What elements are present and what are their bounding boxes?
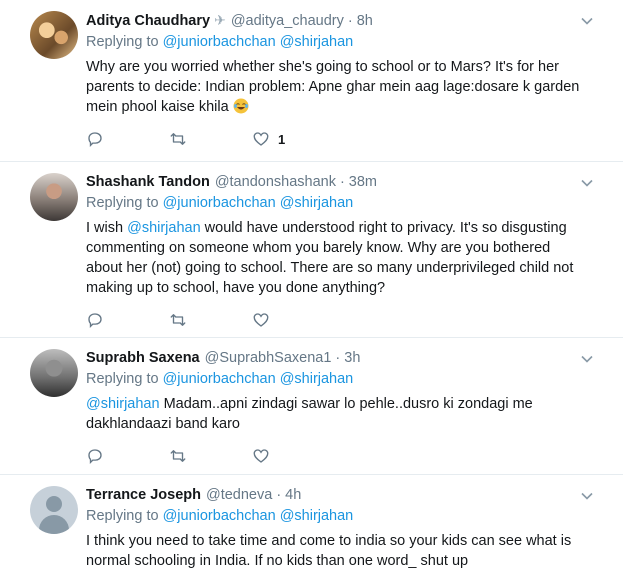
like-count: 1 bbox=[278, 131, 286, 147]
timestamp[interactable]: 4h bbox=[285, 485, 301, 505]
like-button[interactable]: 1 bbox=[252, 130, 285, 148]
user-handle[interactable]: @aditya_chaudry bbox=[231, 11, 344, 31]
default-avatar-body bbox=[39, 515, 69, 534]
timestamp[interactable]: 8h bbox=[357, 11, 373, 31]
user-handle[interactable]: @tandonshashank bbox=[215, 172, 336, 192]
mention-link[interactable]: @juniorbachchan bbox=[163, 34, 276, 50]
tweet-actions bbox=[86, 310, 611, 330]
timestamp[interactable]: 3h bbox=[344, 348, 360, 368]
avatar[interactable] bbox=[30, 11, 78, 59]
tweet-header: Terrance Joseph @tedneva · 4h bbox=[86, 485, 611, 505]
replying-to-label: Replying to bbox=[86, 371, 159, 387]
tweet-header: Shashank Tandon @tandonshashank · 38m bbox=[86, 172, 611, 192]
like-icon bbox=[253, 449, 269, 463]
mention-link[interactable]: @shirjahan bbox=[280, 34, 354, 50]
separator: · bbox=[339, 174, 345, 190]
tweet-text: @shirjahan Madam..apni zindagi sawar lo … bbox=[86, 394, 611, 434]
tweet-text: Why are you worried whether she's going … bbox=[86, 57, 611, 117]
tweet-text-lead: I wish bbox=[86, 220, 128, 236]
reply-icon bbox=[88, 313, 102, 329]
tweet[interactable]: Terrance Joseph @tedneva · 4h Replying t… bbox=[0, 475, 623, 580]
tweet[interactable]: Aditya Chaudhary ✈ @aditya_chaudry · 8h … bbox=[0, 0, 623, 162]
tweet-header: Aditya Chaudhary ✈ @aditya_chaudry · 8h bbox=[86, 10, 611, 31]
caret-down-icon[interactable] bbox=[581, 15, 593, 27]
user-name[interactable]: Suprabh Saxena bbox=[86, 348, 200, 368]
avatar[interactable] bbox=[30, 173, 78, 221]
user-name[interactable]: Terrance Joseph bbox=[86, 485, 201, 505]
replying-to: Replying to @juniorbachchan @shirjahan bbox=[86, 506, 611, 526]
mention-link[interactable]: @juniorbachchan bbox=[163, 508, 276, 524]
tweet-actions bbox=[86, 446, 611, 466]
reply-button[interactable] bbox=[86, 130, 169, 148]
reply-icon bbox=[88, 449, 102, 465]
user-name[interactable]: Shashank Tandon bbox=[86, 172, 210, 192]
reply-button[interactable] bbox=[86, 311, 169, 329]
reply-icon bbox=[88, 132, 102, 148]
avatar[interactable] bbox=[30, 349, 78, 397]
replying-to: Replying to @juniorbachchan @shirjahan bbox=[86, 369, 611, 389]
user-handle[interactable]: @SuprabhSaxena1 bbox=[205, 348, 332, 368]
caret-down-icon[interactable] bbox=[581, 490, 593, 502]
tweet-text-body: Why are you worried whether she's going … bbox=[86, 59, 580, 115]
retweet-button[interactable] bbox=[169, 130, 252, 148]
tweet-text: I think you need to take time and come t… bbox=[86, 531, 611, 571]
user-handle[interactable]: @tedneva bbox=[206, 485, 272, 505]
replying-to: Replying to @juniorbachchan @shirjahan bbox=[86, 32, 611, 52]
default-avatar-head bbox=[46, 496, 62, 512]
mention-link[interactable]: @shirjahan bbox=[280, 195, 354, 211]
replying-to-label: Replying to bbox=[86, 195, 159, 211]
mention-link[interactable]: @juniorbachchan bbox=[163, 195, 276, 211]
replying-to-label: Replying to bbox=[86, 34, 159, 50]
retweet-icon bbox=[170, 314, 186, 326]
separator: · bbox=[335, 350, 341, 366]
user-name[interactable]: Aditya Chaudhary bbox=[86, 11, 210, 31]
separator: · bbox=[276, 487, 282, 503]
tweet-text: I wish @shirjahan would have understood … bbox=[86, 218, 611, 298]
like-icon bbox=[253, 132, 269, 146]
airplane-icon: ✈ bbox=[214, 12, 226, 28]
tweet[interactable]: Shashank Tandon @tandonshashank · 38m Re… bbox=[0, 162, 623, 338]
separator: · bbox=[347, 13, 353, 29]
retweet-button[interactable] bbox=[169, 311, 252, 329]
tweet-actions: 1 bbox=[86, 129, 611, 149]
caret-down-icon[interactable] bbox=[581, 353, 593, 365]
tweet[interactable]: Suprabh Saxena @SuprabhSaxena1 · 3h Repl… bbox=[0, 338, 623, 475]
retweet-icon bbox=[170, 450, 186, 462]
mention-link[interactable]: @shirjahan bbox=[280, 371, 354, 387]
mention-link[interactable]: @juniorbachchan bbox=[163, 371, 276, 387]
reply-button[interactable] bbox=[86, 447, 169, 465]
laughing-tears-emoji bbox=[233, 98, 249, 114]
mention-link[interactable]: @shirjahan bbox=[280, 508, 354, 524]
like-icon bbox=[253, 313, 269, 327]
caret-down-icon[interactable] bbox=[581, 177, 593, 189]
tweet-header: Suprabh Saxena @SuprabhSaxena1 · 3h bbox=[86, 348, 611, 368]
mention-link[interactable]: @shirjahan bbox=[86, 396, 160, 412]
avatar[interactable] bbox=[30, 486, 78, 534]
replying-to-label: Replying to bbox=[86, 508, 159, 524]
tweet-text-body: I think you need to take time and come t… bbox=[86, 533, 572, 569]
like-button[interactable] bbox=[252, 311, 270, 329]
like-button[interactable] bbox=[252, 447, 270, 465]
reply-feed: Aditya Chaudhary ✈ @aditya_chaudry · 8h … bbox=[0, 0, 623, 580]
timestamp[interactable]: 38m bbox=[349, 172, 377, 192]
mention-link[interactable]: @shirjahan bbox=[127, 220, 201, 236]
retweet-icon bbox=[170, 133, 186, 145]
replying-to: Replying to @juniorbachchan @shirjahan bbox=[86, 193, 611, 213]
retweet-button[interactable] bbox=[169, 447, 252, 465]
